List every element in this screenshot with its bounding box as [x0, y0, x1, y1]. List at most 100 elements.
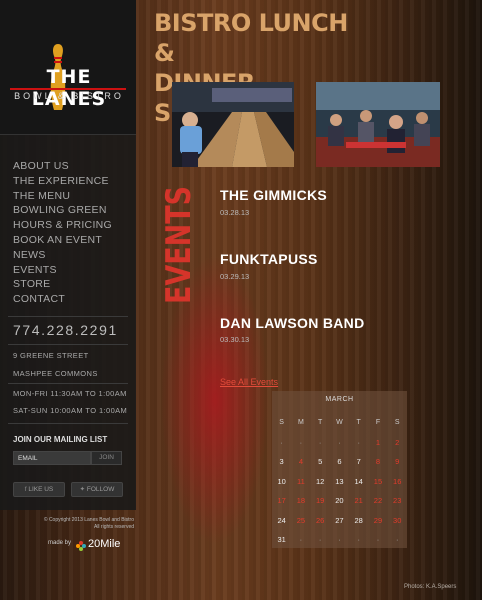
- nav-item-book-event[interactable]: BOOK AN EVENT: [13, 233, 112, 248]
- calendar-day[interactable]: 31: [272, 535, 291, 544]
- calendar-day[interactable]: 21: [349, 496, 368, 505]
- calendar-empty-day: ·: [318, 535, 322, 545]
- calendar-weekday: T: [356, 419, 361, 427]
- nav-item-bowling-green[interactable]: BOWLING GREEN: [13, 203, 112, 218]
- calendar-day[interactable]: 10: [272, 477, 291, 486]
- made-by-brand[interactable]: 20Mile: [88, 538, 120, 550]
- calendar-day[interactable]: 17: [272, 496, 291, 505]
- calendar-day[interactable]: 2: [388, 438, 407, 447]
- hours-weekend: SAT-SUN 10:00AM TO 1:00AM: [13, 406, 128, 415]
- copyright-rights: All rights reserved: [93, 524, 134, 530]
- calendar-day[interactable]: 24: [272, 516, 291, 525]
- calendar-day[interactable]: 11: [291, 477, 310, 486]
- calendar-day[interactable]: 12: [311, 477, 330, 486]
- event-date: 03.28.13: [220, 208, 250, 217]
- calendar-grid: S M T W T F S · · · · · 1 2 3 4 5 6 7 8 9 10 11 12 13 14 15 16 17 18 1…: [272, 413, 407, 550]
- event-title[interactable]: FUNKTAPUSS: [220, 251, 318, 267]
- calendar-weekday: S: [279, 419, 284, 427]
- phone-number[interactable]: 774.228.2291: [13, 322, 118, 338]
- calendar-day[interactable]: 16: [388, 477, 407, 486]
- twitter-icon: ✦: [79, 486, 86, 493]
- calendar-day[interactable]: 13: [330, 477, 349, 486]
- calendar-empty-day: ·: [338, 437, 341, 447]
- bowling-alley-image: [172, 82, 294, 167]
- calendar-week-row: · · · · · 1 2: [272, 433, 407, 453]
- calendar-weekday: T: [318, 419, 323, 427]
- made-by-label: made by: [48, 540, 72, 546]
- calendar-day[interactable]: 18: [291, 496, 310, 505]
- follow-label: FOLLOW: [86, 486, 115, 493]
- like-us-label: LIKE US: [28, 486, 54, 493]
- calendar-weekday: W: [336, 419, 343, 427]
- facebook-icon: f: [24, 486, 27, 493]
- calendar-empty-day: ·: [318, 437, 322, 447]
- calendar-day[interactable]: 6: [330, 457, 349, 466]
- nav-item-store[interactable]: STORE: [13, 277, 112, 292]
- calendar-weekday: F: [375, 419, 381, 427]
- nav-item-hours[interactable]: HOURS & PRICING: [13, 218, 112, 233]
- email-input[interactable]: [13, 451, 91, 465]
- calendar-day[interactable]: 15: [368, 477, 387, 486]
- like-us-button[interactable]: f LIKE US: [13, 482, 65, 497]
- calendar-empty-day: ·: [357, 535, 360, 545]
- calendar-empty-day: ·: [376, 535, 380, 545]
- calendar-weekday-row: SMTWTFS: [272, 413, 407, 433]
- calendar-day[interactable]: 19: [311, 496, 330, 505]
- calendar-day[interactable]: 9: [388, 457, 407, 466]
- nav-item-contact[interactable]: CONTACT: [13, 292, 112, 307]
- calendar-empty-day: ·: [280, 437, 283, 447]
- copyright: © Copyright 2013 Lanes Bowl and Bistro A…: [14, 517, 134, 531]
- calendar-empty-day: ·: [357, 437, 360, 447]
- calendar-day[interactable]: 20: [330, 496, 349, 505]
- address-street: 9 GREENE STREET: [13, 351, 89, 360]
- mailing-list-title: JOIN OUR MAILING LIST: [13, 435, 108, 444]
- calendar-week-row: 24 25 26 27 28 29 30: [272, 511, 407, 531]
- nav-item-about[interactable]: ABOUT US: [13, 159, 112, 174]
- calendar-day[interactable]: 28: [349, 516, 368, 525]
- divider: [8, 344, 128, 345]
- calendar-day[interactable]: 1: [368, 438, 387, 447]
- main-nav: ABOUT US THE EXPERIENCE THE MENU BOWLING…: [13, 159, 112, 307]
- sidebar: THE LANES BOWL & BISTRO ABOUT US THE EXP…: [0, 0, 136, 530]
- divider: [8, 383, 128, 384]
- join-button[interactable]: JOIN: [91, 451, 122, 465]
- event-title[interactable]: DAN LAWSON BAND: [220, 315, 365, 331]
- see-all-events-link[interactable]: See All Events: [220, 377, 278, 387]
- calendar-week-row: 17 18 19 20 21 22 23: [272, 491, 407, 511]
- calendar-day[interactable]: 29: [368, 516, 387, 525]
- event-date: 03.29.13: [220, 272, 250, 281]
- nav-item-experience[interactable]: THE EXPERIENCE: [13, 174, 112, 189]
- calendar-day[interactable]: 4: [291, 457, 310, 466]
- calendar-day[interactable]: 30: [388, 516, 407, 525]
- copyright-line: © Copyright 2013 Lanes Bowl and Bistro: [43, 517, 134, 523]
- calendar-empty-day: ·: [395, 535, 399, 545]
- event-date: 03.30.13: [220, 335, 250, 344]
- calendar-day[interactable]: 3: [272, 457, 291, 466]
- nav-item-events[interactable]: EVENTS: [13, 263, 112, 278]
- nav-item-news[interactable]: NEWS: [13, 248, 112, 263]
- calendar-day[interactable]: 25: [291, 516, 310, 525]
- events-heading-text: EVENTS: [160, 186, 196, 304]
- hours-weekday: MON-FRI 11:30AM TO 1:00AM: [13, 389, 127, 398]
- follow-button[interactable]: ✦ FOLLOW: [71, 482, 123, 497]
- logo[interactable]: THE LANES BOWL & BISTRO: [0, 0, 136, 135]
- events-heading: EVENTS: [160, 186, 196, 304]
- twenty-mile-logo-icon: [76, 541, 86, 551]
- calendar-week-row: 10 11 12 13 14 15 16: [272, 472, 407, 492]
- calendar-day[interactable]: 7: [349, 457, 368, 466]
- calendar-day[interactable]: 8: [368, 457, 387, 466]
- nav-item-menu[interactable]: THE MENU: [13, 189, 112, 204]
- calendar-day[interactable]: 27: [330, 516, 349, 525]
- bowling-photo[interactable]: [172, 82, 294, 167]
- dining-photo[interactable]: [316, 82, 440, 167]
- divider: [8, 316, 128, 317]
- calendar-day[interactable]: 23: [388, 496, 407, 505]
- calendar-day[interactable]: 5: [311, 457, 330, 466]
- calendar-day[interactable]: 14: [349, 477, 368, 486]
- calendar-day[interactable]: 22: [368, 496, 387, 505]
- logo-subtitle: BOWL & BISTRO: [14, 91, 124, 101]
- event-title[interactable]: THE GIMMICKS: [220, 187, 327, 203]
- calendar-day[interactable]: 26: [311, 516, 330, 525]
- calendar-empty-day: ·: [299, 535, 303, 545]
- divider: [8, 423, 128, 424]
